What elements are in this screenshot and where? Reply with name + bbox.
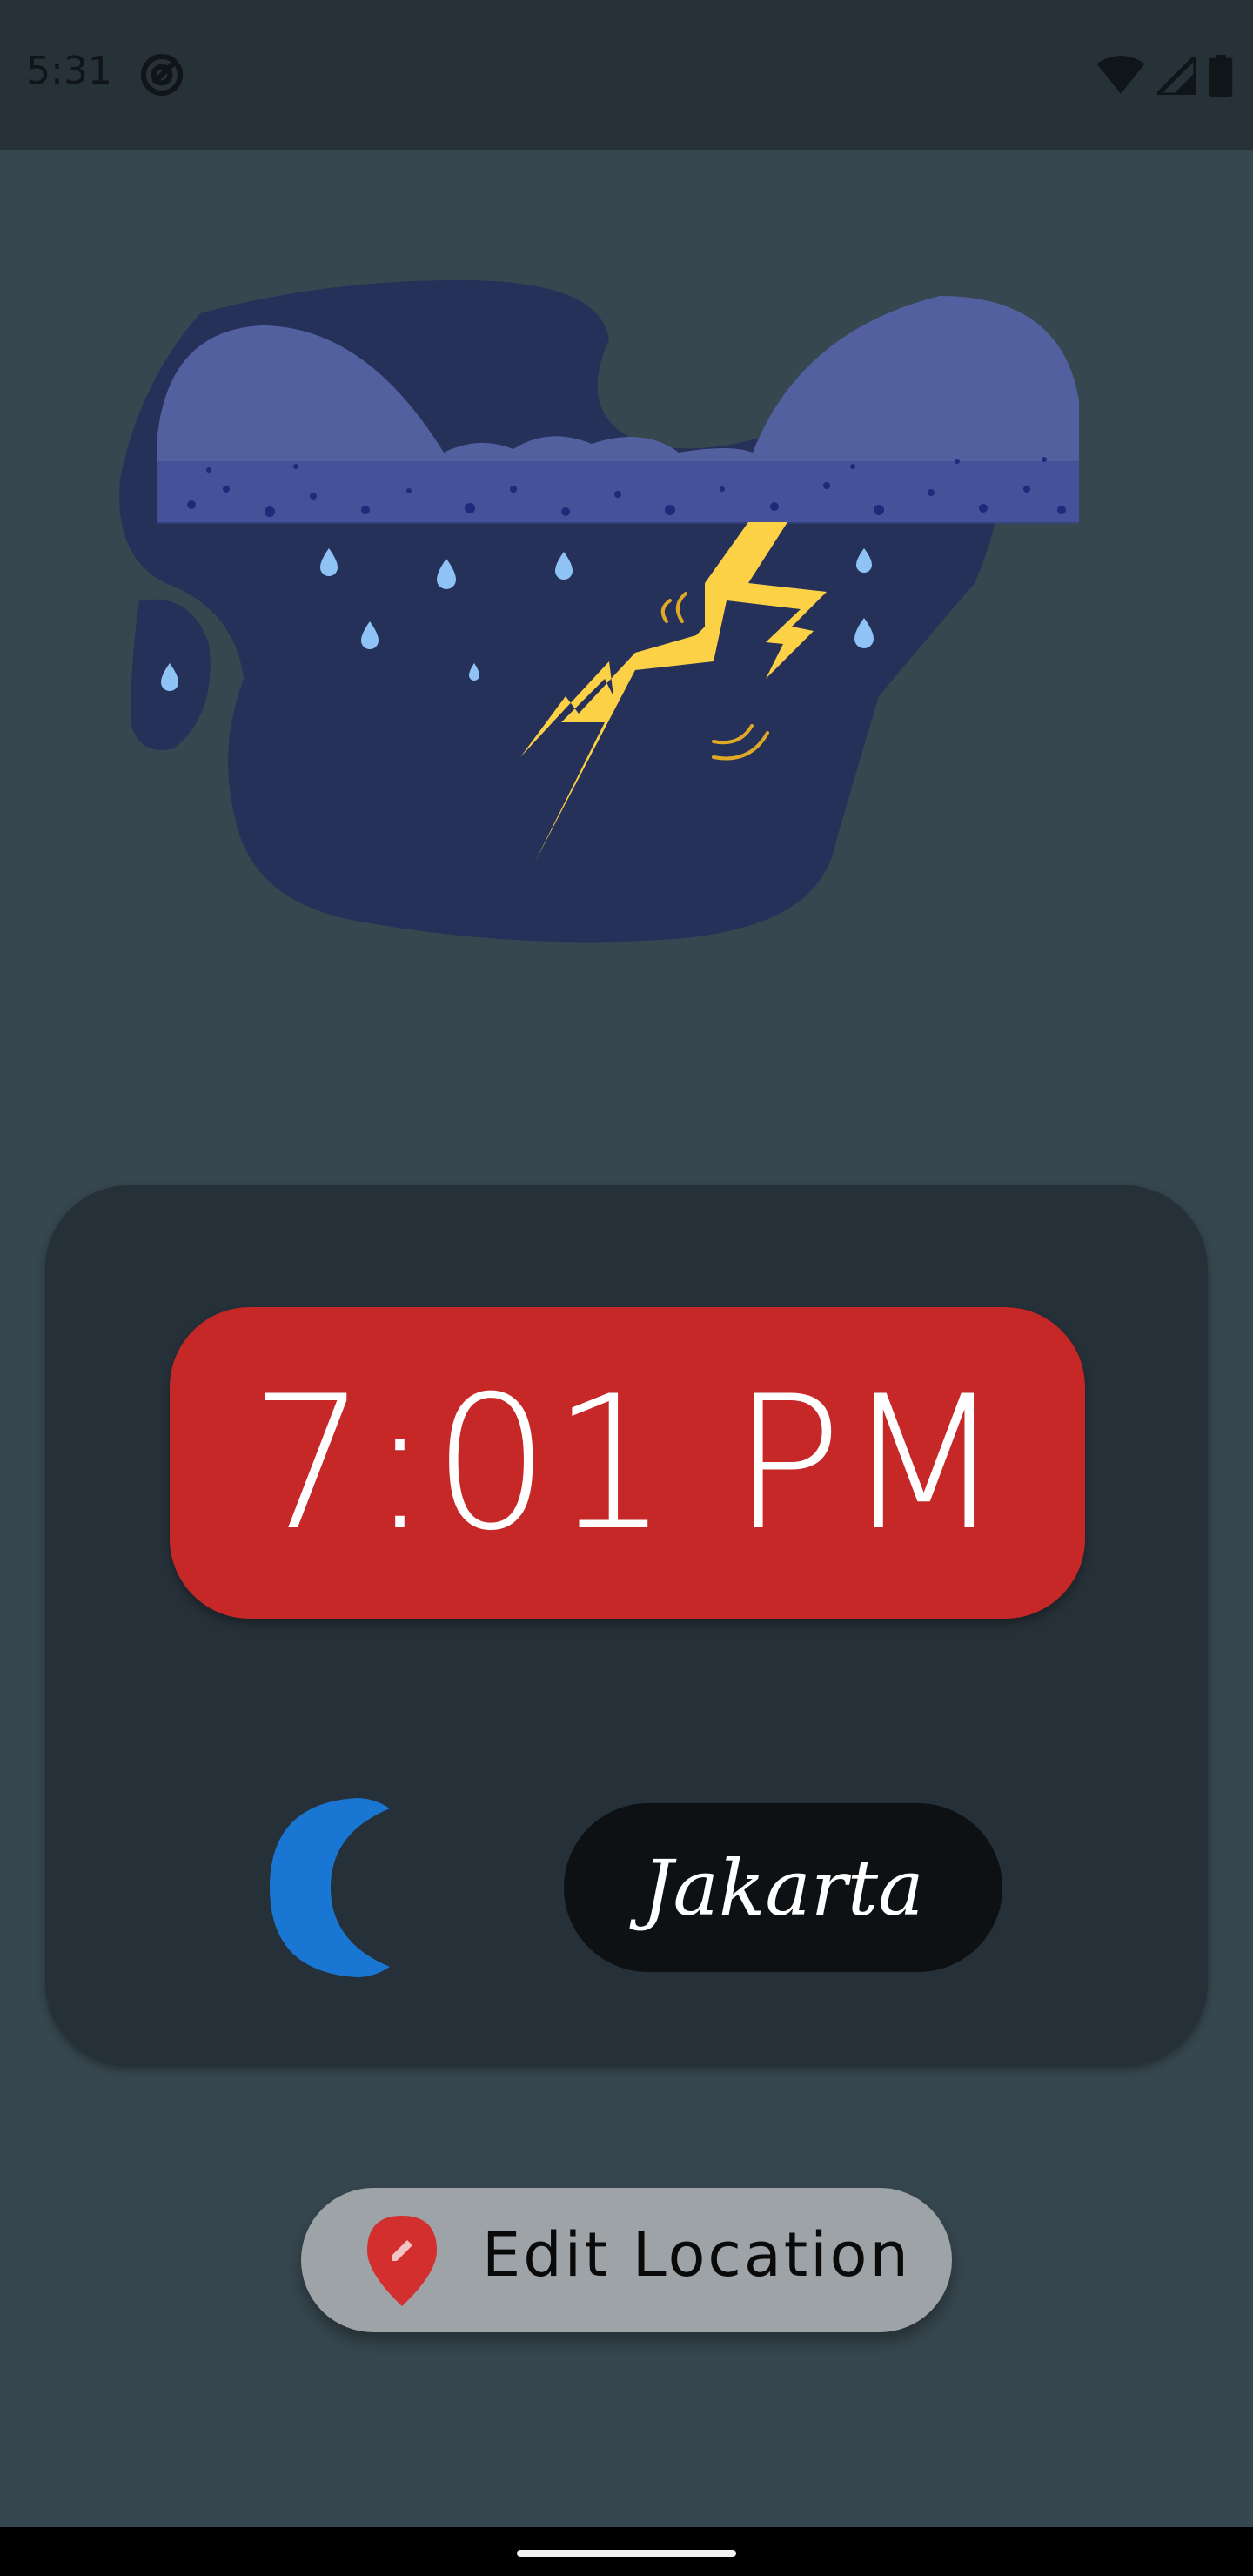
at-sign-icon <box>140 53 184 97</box>
time-text: 7:01 PM <box>249 1355 1006 1571</box>
battery-icon <box>1209 55 1233 97</box>
location-pin-edit-icon <box>367 2216 437 2306</box>
home-gesture-handle[interactable] <box>517 2550 736 2557</box>
signal-icon <box>1157 57 1196 95</box>
city-badge: Jakarta <box>564 1803 1002 1972</box>
status-bar: 5:31 <box>0 0 1253 150</box>
time-display: 7:01 PM <box>170 1307 1085 1619</box>
thunderstorm-illustration <box>119 279 1079 943</box>
edit-location-button[interactable]: Edit Location <box>301 2188 952 2332</box>
moon-icon <box>270 1798 390 1977</box>
edit-location-label: Edit Location <box>482 2219 911 2291</box>
navigation-bar <box>0 2527 1253 2576</box>
status-time: 5:31 <box>26 49 112 93</box>
city-name: Jakarta <box>642 1842 924 1933</box>
wifi-icon <box>1096 56 1145 94</box>
time-card: 7:01 PM Jakarta <box>45 1185 1208 2066</box>
